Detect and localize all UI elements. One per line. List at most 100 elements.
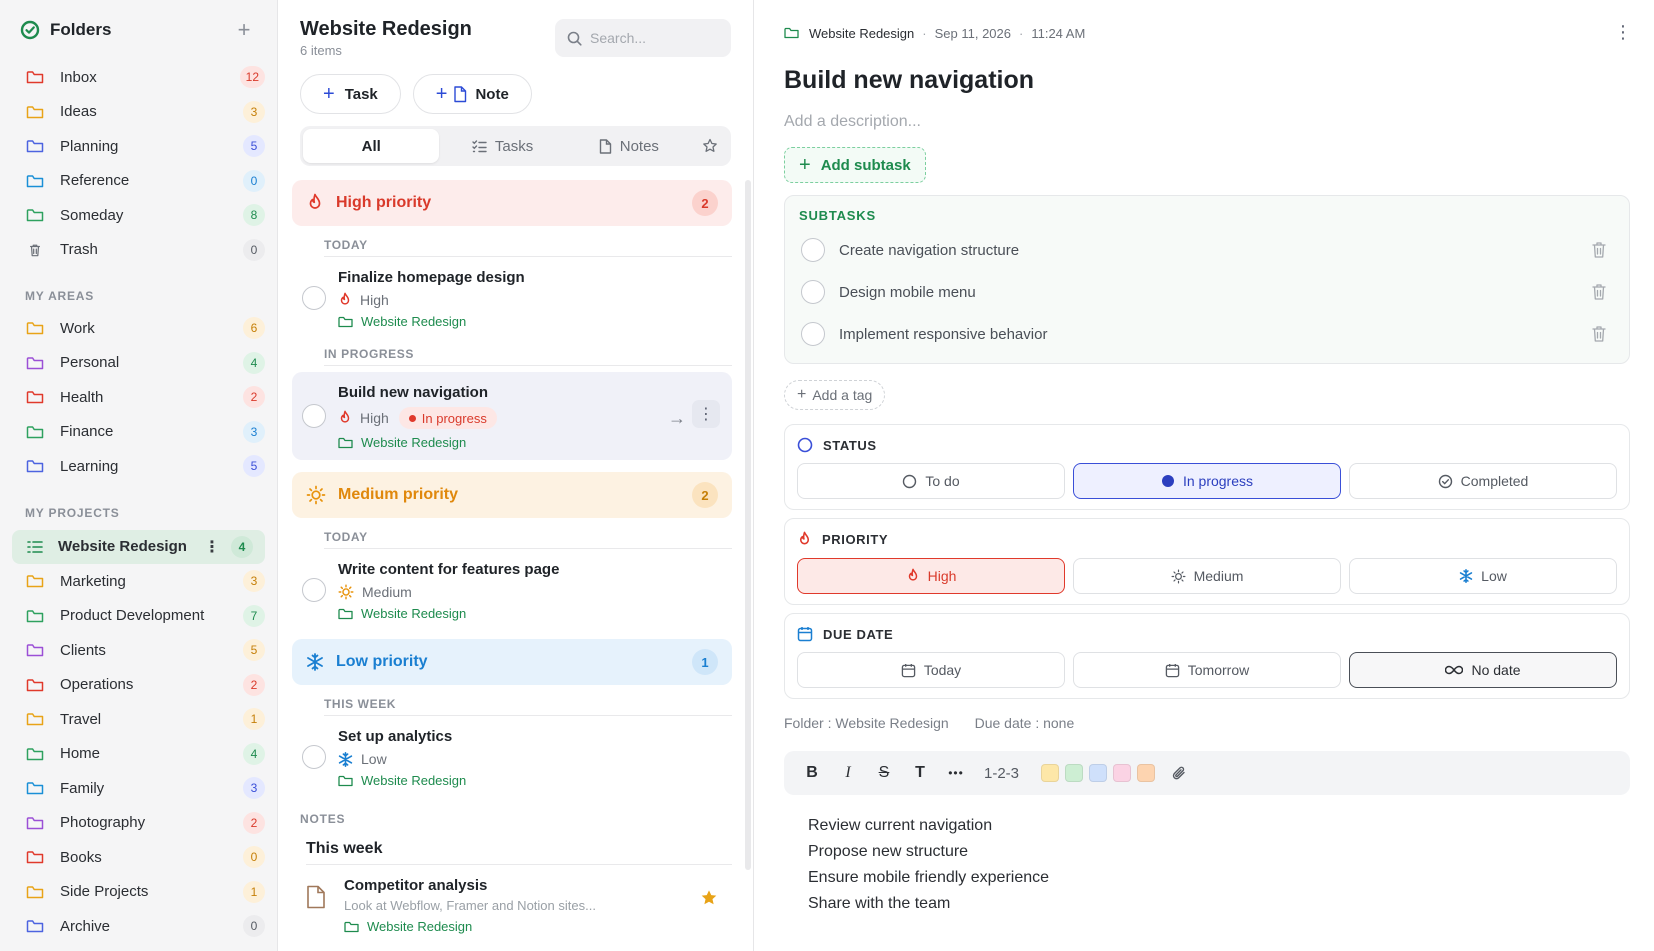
delete-subtask-icon[interactable] <box>1589 325 1609 343</box>
sidebar-item-operations[interactable]: Operations 2 <box>0 668 277 703</box>
subtask-checkbox[interactable] <box>801 280 825 304</box>
sidebar-item-archive[interactable]: Archive 0 <box>0 909 277 944</box>
tab-starred[interactable] <box>692 129 728 163</box>
sidebar-item-planning[interactable]: Planning 5 <box>0 129 277 164</box>
bold-button[interactable]: B <box>800 759 824 787</box>
due-tomorrow-option[interactable]: Tomorrow <box>1073 652 1341 688</box>
new-note-button[interactable]: + Note <box>412 74 532 114</box>
sidebar-item-label: Travel <box>60 710 102 728</box>
priority-low-option[interactable]: Low <box>1349 558 1617 594</box>
attachment-icon[interactable] <box>1167 759 1191 787</box>
due-today-option[interactable]: Today <box>797 652 1065 688</box>
note-row[interactable]: Competitor analysis Look at Webflow, Fra… <box>292 877 732 934</box>
notes-editor[interactable]: Review current navigation Propose new str… <box>784 813 1630 917</box>
sidebar-item-personal[interactable]: Personal 4 <box>0 346 277 381</box>
color-swatch[interactable] <box>1089 764 1108 782</box>
color-swatch[interactable] <box>1065 764 1084 782</box>
new-task-button[interactable]: + Task <box>300 74 401 114</box>
sidebar-item-ideas[interactable]: Ideas 3 <box>0 95 277 130</box>
open-arrow-icon[interactable]: → <box>668 408 686 429</box>
strikethrough-button[interactable]: S <box>872 759 896 787</box>
subtask-checkbox[interactable] <box>801 322 825 346</box>
add-tag-button[interactable]: + Add a tag <box>784 380 886 410</box>
app-logo-icon <box>20 20 40 40</box>
sidebar-item-books[interactable]: Books 0 <box>0 840 277 875</box>
subtask-row[interactable]: Create navigation structure <box>799 229 1615 271</box>
task-row[interactable]: Finalize homepage design High Website Re… <box>292 257 732 339</box>
tab-all[interactable]: All <box>303 129 440 163</box>
option-label: To do <box>925 473 960 489</box>
subtasks-heading: SUBTASKS <box>799 208 876 223</box>
sidebar-item-reference[interactable]: Reference 0 <box>0 164 277 199</box>
priority-label: High <box>360 292 389 308</box>
sidebar-item-clients[interactable]: Clients 5 <box>0 633 277 668</box>
more-formatting-button[interactable]: ••• <box>944 759 968 787</box>
tab-tasks[interactable]: Tasks <box>439 129 565 163</box>
group-medium-priority[interactable]: Medium priority 2 <box>292 472 732 518</box>
sidebar-item-family[interactable]: Family 3 <box>0 771 277 806</box>
status-completed-option[interactable]: Completed <box>1349 463 1617 499</box>
detail-more-icon[interactable]: ⋮ <box>1614 22 1632 43</box>
priority-medium-option[interactable]: Medium <box>1073 558 1341 594</box>
description-field[interactable]: Add a description... <box>784 113 1630 131</box>
due-heading-label: DUE DATE <box>823 626 894 642</box>
due-date-heading: DUE DATE <box>797 626 1617 642</box>
project-more-icon[interactable]: ⋮ <box>203 537 221 557</box>
status-in-progress-option[interactable]: In progress <box>1073 463 1341 499</box>
sidebar-item-photography[interactable]: Photography 2 <box>0 806 277 841</box>
sidebar-item-learning[interactable]: Learning 5 <box>0 449 277 484</box>
sidebar-item-work[interactable]: Work 6 <box>0 311 277 346</box>
task-more-button[interactable]: ⋮ <box>692 400 720 428</box>
breadcrumb-separator: · <box>922 25 927 41</box>
task-checkbox[interactable] <box>302 578 326 602</box>
italic-button[interactable]: I <box>836 759 860 787</box>
subtasks-panel: SUBTASKS Create navigation structure Desi… <box>784 195 1630 364</box>
group-low-priority[interactable]: Low priority 1 <box>292 639 732 685</box>
star-filled-icon[interactable] <box>700 889 718 907</box>
task-row-selected[interactable]: Build new navigation High In progress We… <box>292 372 732 460</box>
sidebar-item-home[interactable]: Home 4 <box>0 737 277 772</box>
sidebar-item-product-development[interactable]: Product Development 7 <box>0 599 277 634</box>
sidebar-item-finance[interactable]: Finance 3 <box>0 415 277 450</box>
priority-high-option[interactable]: High <box>797 558 1065 594</box>
due-no-date-option[interactable]: No date <box>1349 652 1617 688</box>
sidebar-item-label: Reference <box>60 172 130 190</box>
color-swatch[interactable] <box>1041 764 1060 782</box>
numbered-list-button[interactable]: 1-2-3 <box>980 759 1023 787</box>
task-row[interactable]: Set up analytics Low Website Redesign <box>292 716 732 798</box>
sidebar-item-health[interactable]: Health 2 <box>0 380 277 415</box>
delete-subtask-icon[interactable] <box>1589 283 1609 301</box>
subtask-row[interactable]: Implement responsive behavior <box>799 313 1615 355</box>
sidebar-item-travel[interactable]: Travel 1 <box>0 702 277 737</box>
folder-label: Website Redesign <box>367 919 473 934</box>
tab-notes[interactable]: Notes <box>566 129 692 163</box>
sidebar-item-someday[interactable]: Someday 8 <box>0 198 277 233</box>
task-checkbox[interactable] <box>302 404 326 428</box>
item-list-panel: Website Redesign 6 items + Task + Note Al… <box>278 0 754 951</box>
task-title-heading[interactable]: Build new navigation <box>784 66 1630 95</box>
status-todo-option[interactable]: To do <box>797 463 1065 499</box>
color-swatch[interactable] <box>1137 764 1156 782</box>
subtask-row[interactable]: Design mobile menu <box>799 271 1615 313</box>
sidebar-item-trash[interactable]: Trash 0 <box>0 233 277 268</box>
sidebar-item-inbox[interactable]: Inbox 12 <box>0 60 277 95</box>
list-header: Website Redesign 6 items <box>278 0 753 62</box>
add-folder-button[interactable]: + <box>231 17 257 43</box>
add-subtask-button[interactable]: + Add subtask <box>784 147 926 183</box>
search-input[interactable] <box>590 30 720 46</box>
color-swatch[interactable] <box>1113 764 1132 782</box>
subtask-checkbox[interactable] <box>801 238 825 262</box>
task-checkbox[interactable] <box>302 286 326 310</box>
meta-due-date: Due date : none <box>974 715 1075 731</box>
group-high-priority[interactable]: High priority 2 <box>292 180 732 226</box>
sidebar-item-count: 8 <box>243 204 265 227</box>
sidebar-item-side-projects[interactable]: Side Projects 1 <box>0 875 277 910</box>
text-style-button[interactable]: T <box>908 759 932 787</box>
delete-subtask-icon[interactable] <box>1589 241 1609 259</box>
breadcrumb-folder[interactable]: Website Redesign <box>809 26 914 41</box>
task-checkbox[interactable] <box>302 745 326 769</box>
sidebar-item-marketing[interactable]: Marketing 3 <box>0 564 277 599</box>
sidebar-item-website-redesign[interactable]: Website Redesign ⋮ 4 <box>12 529 265 564</box>
task-row[interactable]: Write content for features page Medium W… <box>292 549 732 631</box>
